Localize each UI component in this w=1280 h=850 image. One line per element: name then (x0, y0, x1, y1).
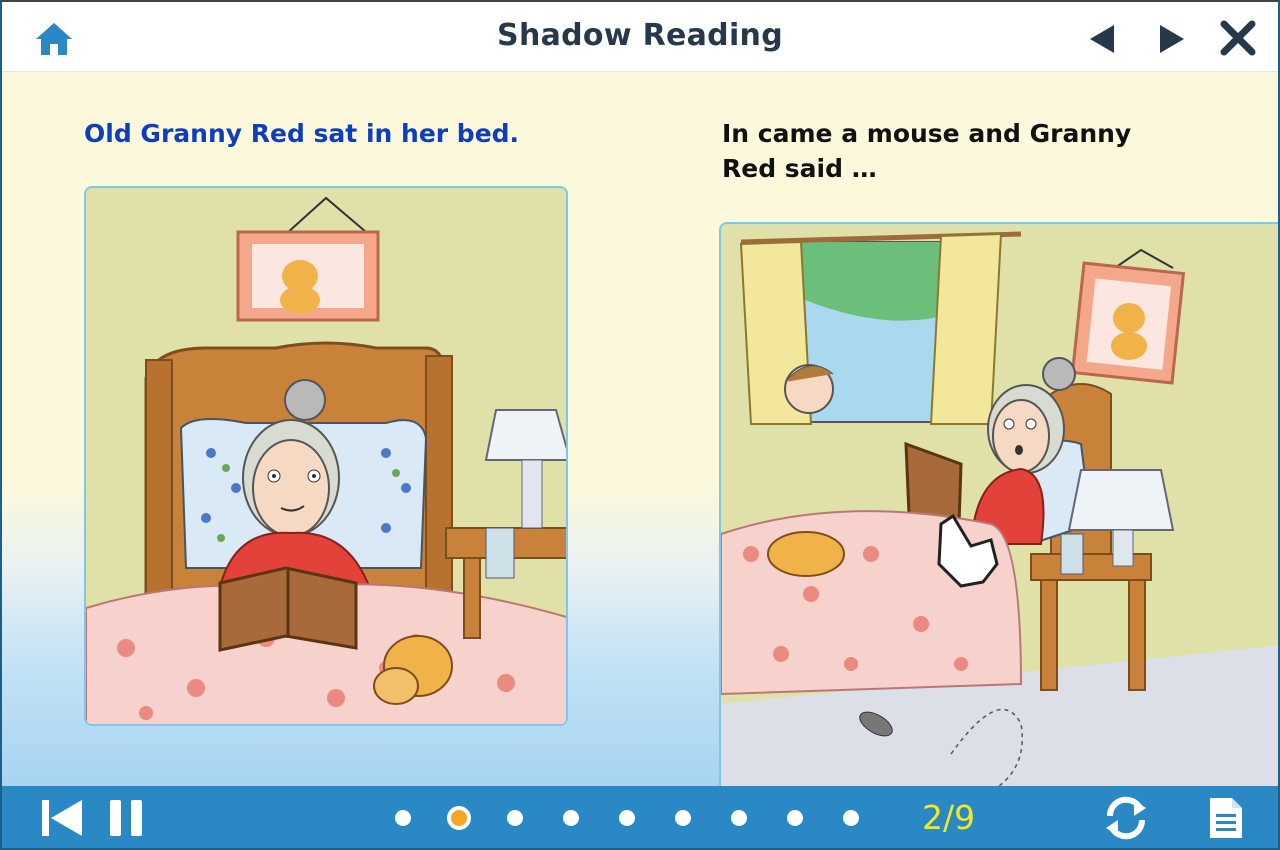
page-counter: 2/9 (922, 798, 976, 837)
player-controls-bar: 2/9 (2, 786, 1278, 848)
page-dot-2[interactable] (447, 806, 471, 830)
page-dot-8[interactable] (787, 810, 803, 826)
page-dot-6[interactable] (675, 810, 691, 826)
previous-page-button[interactable] (1082, 20, 1122, 58)
triangle-left-icon (1090, 25, 1114, 53)
replay-icon (1106, 796, 1146, 840)
page-dot-1[interactable] (395, 810, 411, 826)
right-page-text-line-1: In came a mouse and Granny (722, 119, 1132, 148)
right-page-text: In came a mouse and Granny Red said … (722, 116, 1142, 186)
top-bar: Shadow Reading (2, 2, 1278, 72)
page-dot-4[interactable] (563, 810, 579, 826)
granny-in-bed-illustration (86, 188, 566, 724)
book-spread: Old Granny Red sat in her bed. In came a… (2, 72, 1278, 802)
right-page-text-line-2: Red said … (722, 154, 877, 183)
page-dot-3[interactable] (507, 810, 523, 826)
document-icon (1210, 798, 1242, 838)
next-page-button[interactable] (1150, 20, 1190, 58)
replay-button[interactable] (1100, 794, 1152, 842)
triangle-right-icon (1160, 25, 1184, 53)
left-page-text: Old Granny Red sat in her bed. (84, 119, 520, 148)
left-page-illustration (84, 186, 568, 726)
reader-window: Shadow Reading Old Granny Red sat in her… (0, 0, 1280, 850)
right-page-illustration (719, 222, 1278, 802)
mouse-arrives-illustration (721, 224, 1278, 802)
pause-button[interactable] (106, 796, 148, 840)
close-button[interactable] (1216, 16, 1260, 60)
page-dot-5[interactable] (619, 810, 635, 826)
skip-to-start-icon (42, 800, 82, 836)
pause-icon (110, 800, 142, 836)
page-dot-7[interactable] (731, 810, 747, 826)
close-icon (1220, 20, 1256, 56)
transcript-button[interactable] (1206, 794, 1246, 842)
page-dot-9[interactable] (843, 810, 859, 826)
skip-to-start-button[interactable] (38, 796, 86, 840)
